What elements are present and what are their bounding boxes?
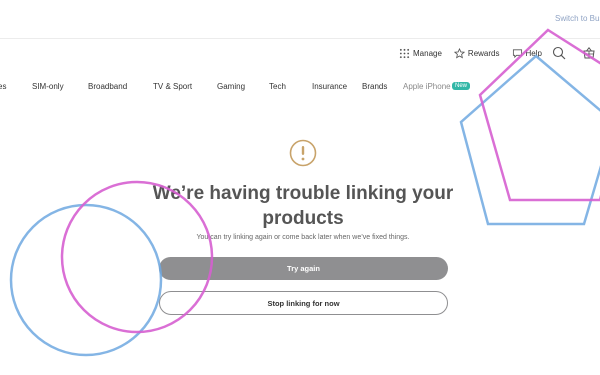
- chat-bubble-icon: [512, 48, 522, 58]
- help-label: Help: [525, 48, 542, 58]
- top-bar: Switch to Bus: [0, 0, 600, 39]
- nav-item-insurance[interactable]: Insurance: [312, 82, 347, 91]
- grid-icon: [399, 48, 410, 58]
- main-nav: es SIM-only Broadband TV & Sport Gaming …: [0, 82, 600, 92]
- rewards-link[interactable]: Rewards: [453, 47, 500, 59]
- error-title: We’re having trouble linking your produc…: [130, 181, 476, 231]
- manage-link[interactable]: Manage: [399, 48, 442, 59]
- rewards-label: Rewards: [467, 48, 500, 58]
- search-icon[interactable]: [552, 46, 566, 60]
- stop-linking-button[interactable]: Stop linking for now: [159, 291, 448, 315]
- try-again-button[interactable]: Try again: [159, 257, 448, 280]
- nav-item-brands[interactable]: Brands: [362, 82, 387, 91]
- alert-circle-icon: [289, 139, 317, 167]
- nav-item-tv-sport[interactable]: TV & Sport: [153, 82, 192, 91]
- manage-label: Manage: [413, 48, 442, 58]
- nav-item-phones[interactable]: es: [0, 82, 6, 91]
- nav-item-gaming[interactable]: Gaming: [217, 82, 245, 91]
- nav-item-sim-only[interactable]: SIM-only: [32, 82, 64, 91]
- switch-to-business-link[interactable]: Switch to Bus: [555, 14, 600, 23]
- basket-icon[interactable]: [582, 46, 596, 60]
- nav-item-tech[interactable]: Tech: [269, 82, 286, 91]
- nav-item-broadband[interactable]: Broadband: [88, 82, 127, 91]
- error-title-line-1: We’re having trouble linking your: [152, 183, 454, 204]
- new-badge: New: [452, 82, 471, 90]
- utility-nav: Manage Rewards Help: [399, 46, 554, 60]
- help-link[interactable]: Help: [512, 48, 542, 59]
- nav-item-apple-iphone[interactable]: Apple iPhone: [403, 82, 451, 91]
- error-title-line-2: products: [262, 208, 344, 229]
- star-icon: [453, 47, 465, 58]
- error-subtitle: You can try linking again or come back l…: [196, 234, 410, 241]
